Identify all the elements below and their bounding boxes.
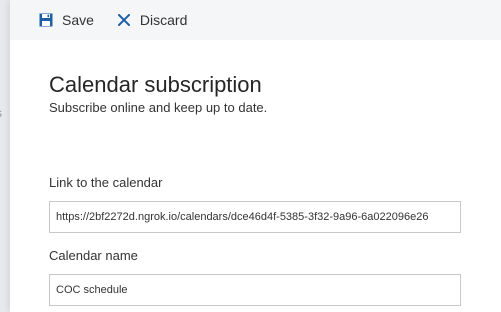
calendar-link-label: Link to the calendar	[49, 175, 163, 190]
close-icon	[116, 12, 132, 28]
calendar-name-input[interactable]	[49, 274, 461, 306]
calendar-name-label: Calendar name	[49, 248, 138, 263]
background-strip	[0, 0, 10, 312]
discard-button[interactable]: Discard	[116, 12, 187, 28]
page-subtitle: Subscribe online and keep up to date.	[49, 100, 268, 115]
calendar-link-input[interactable]	[49, 201, 461, 233]
save-button[interactable]: Save	[38, 12, 94, 28]
save-icon	[38, 12, 54, 28]
discard-label: Discard	[139, 12, 188, 28]
page-title: Calendar subscription	[49, 72, 262, 97]
subscription-panel: Save Discard Calendar subscription Subsc…	[10, 0, 501, 312]
toolbar: Save Discard	[10, 0, 501, 40]
save-label: Save	[62, 12, 94, 28]
background-fragment-text: s	[0, 106, 2, 120]
